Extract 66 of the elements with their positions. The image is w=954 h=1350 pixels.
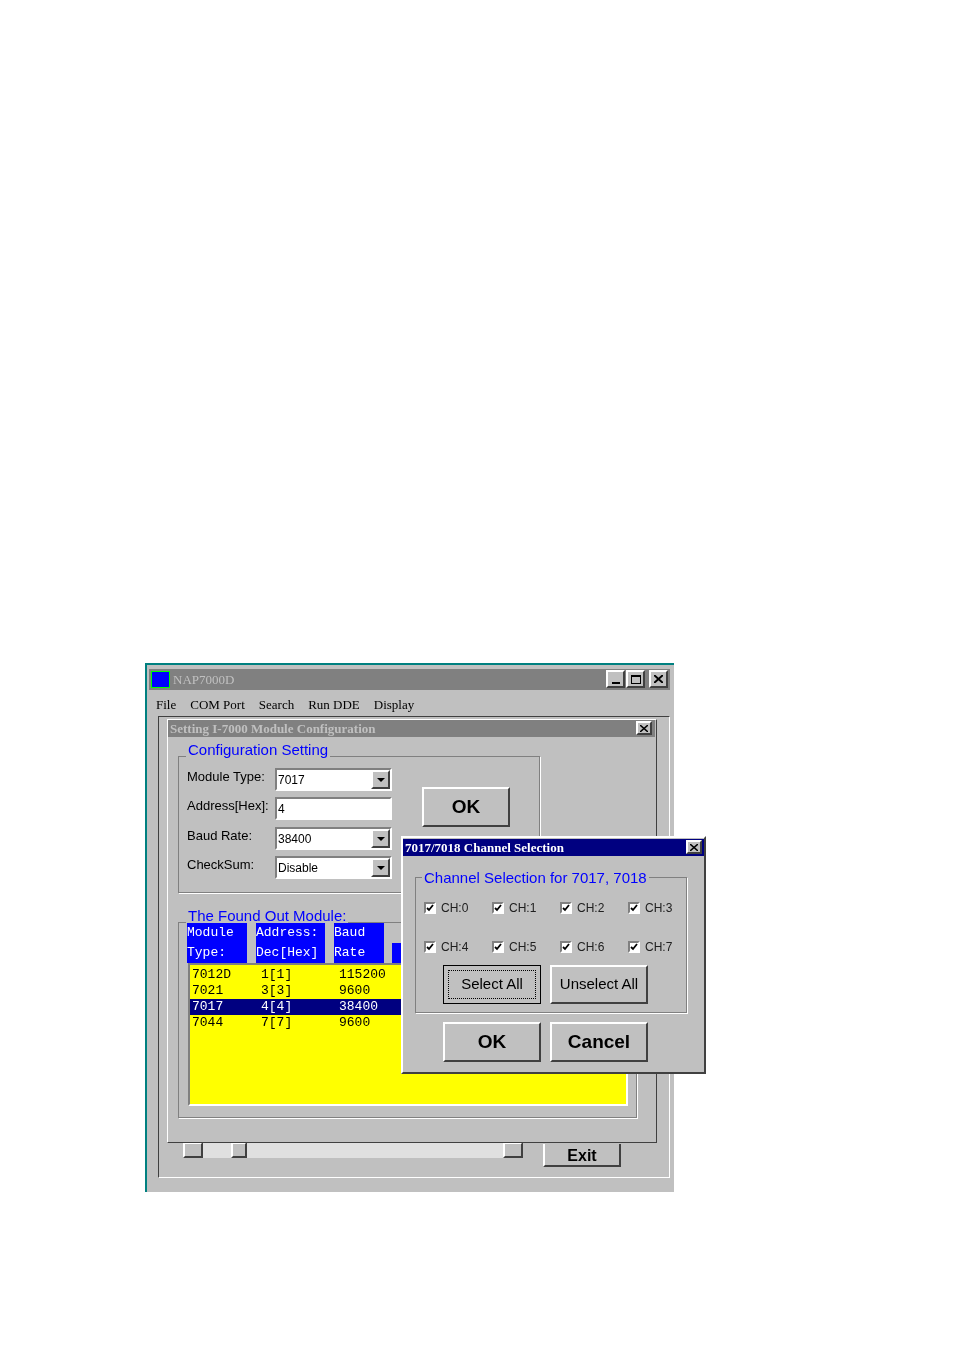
ok-button[interactable]: OK [443, 1022, 541, 1062]
list-cell: 7[7] [261, 1015, 293, 1031]
list-cell: 9600 [339, 983, 371, 999]
field-label: Baud Rate: [187, 827, 253, 845]
channel-checkbox[interactable]: CH:1 [492, 899, 537, 917]
menu-item[interactable]: Search [258, 695, 295, 715]
list-cell: 7017 [192, 999, 224, 1015]
select-all-button[interactable]: Select All [443, 965, 541, 1004]
unselect-all-button[interactable]: Unselect All [550, 965, 648, 1004]
list-cell: 7021 [192, 983, 224, 999]
checkbox[interactable] [628, 941, 640, 953]
maximize-button[interactable] [626, 670, 645, 688]
list-cell: 3[3] [261, 983, 293, 999]
ok-button[interactable]: OK [422, 787, 510, 827]
list-cell: 9600 [339, 1015, 371, 1031]
exit-button[interactable]: Exit [543, 1144, 621, 1167]
field-label: CheckSum: [187, 856, 255, 874]
close-button[interactable] [649, 670, 668, 688]
column-header [256, 923, 325, 963]
checkbox[interactable] [492, 941, 504, 953]
header-text: Dec[Hex] [256, 944, 319, 962]
list-cell: 38400 [339, 999, 378, 1015]
channel-checkbox[interactable]: CH:4 [424, 938, 469, 956]
column-header [334, 923, 384, 963]
window-title: NAP7000D [173, 670, 235, 689]
header-text: Type: [187, 944, 226, 962]
checkbox[interactable] [560, 902, 572, 914]
checkbox[interactable] [560, 941, 572, 953]
list-cell: 115200 [339, 967, 386, 983]
column-header [392, 943, 402, 963]
list-cell: 1[1] [261, 967, 293, 983]
channel-checkbox[interactable]: CH:2 [560, 899, 605, 917]
menu-item[interactable]: Run DDE [308, 695, 360, 715]
checkbox[interactable] [424, 941, 436, 953]
channel-checkbox[interactable]: CH:3 [628, 899, 673, 917]
dropdown-field[interactable]: 7017 [275, 768, 392, 791]
input-field[interactable]: 4 [275, 797, 392, 820]
list-cell: 7012D [192, 967, 231, 983]
menu-item[interactable]: File [156, 695, 177, 715]
app-logo-icon [151, 671, 170, 688]
close-button[interactable] [686, 840, 702, 854]
minimize-button[interactable] [606, 670, 625, 688]
list-cell: 4[4] [261, 999, 293, 1015]
channel-checkbox[interactable]: CH:7 [628, 938, 673, 956]
field-label: Address[Hex]: [187, 797, 269, 815]
dialog-title: 7017/7018 Channel Selection [405, 840, 564, 855]
channel-checkbox[interactable]: CH:0 [424, 899, 469, 917]
menu-item[interactable]: Display [373, 695, 415, 715]
checkbox[interactable] [424, 902, 436, 914]
menu-item[interactable]: COM Port [190, 695, 245, 715]
header-text: Rate [334, 944, 366, 962]
dropdown-field[interactable]: 38400 [275, 827, 392, 850]
checkbox[interactable] [492, 902, 504, 914]
channel-checkbox[interactable]: CH:5 [492, 938, 537, 956]
dropdown-field[interactable]: Disable [275, 856, 392, 879]
dialog-title: Setting I-7000 Module Configuration [170, 721, 376, 736]
close-icon [640, 724, 648, 732]
channel-checkbox[interactable]: CH:6 [560, 938, 605, 956]
list-cell: 7044 [192, 1015, 224, 1031]
close-icon [654, 675, 663, 683]
close-button[interactable] [636, 721, 652, 735]
field-label: Module Type: [187, 768, 265, 786]
close-icon [690, 843, 698, 851]
cancel-button[interactable]: Cancel [550, 1022, 648, 1062]
checkbox[interactable] [628, 902, 640, 914]
column-header [187, 923, 247, 963]
